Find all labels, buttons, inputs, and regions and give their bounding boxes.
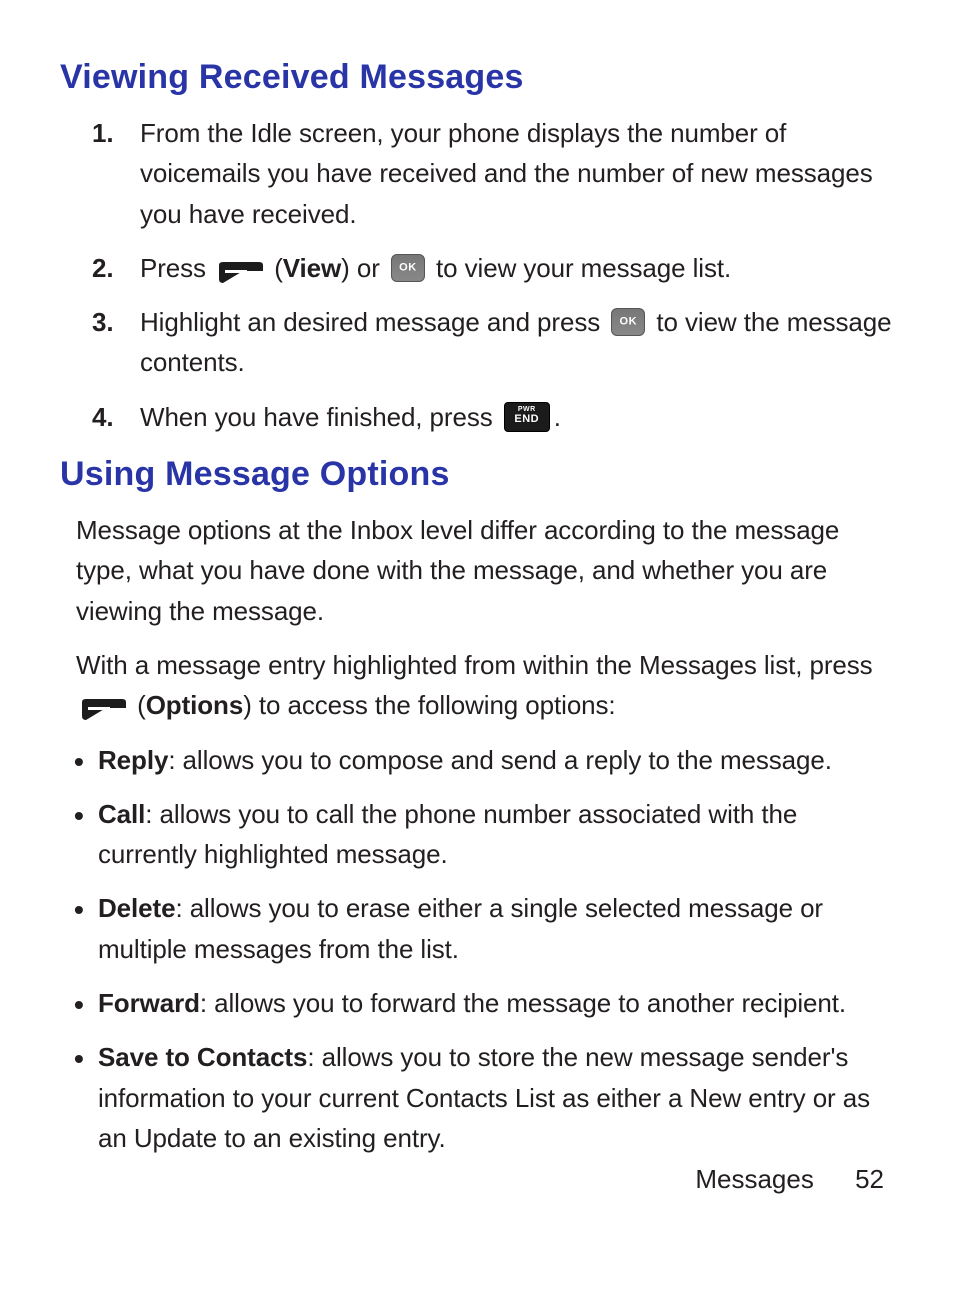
option-term: Call [98, 799, 145, 829]
option-term: Forward [98, 988, 200, 1018]
footer-page-number: 52 [855, 1164, 884, 1195]
ok-key-icon [611, 308, 645, 336]
page-footer: Messages 52 [695, 1164, 884, 1195]
step-1: From the Idle screen, your phone display… [140, 113, 894, 234]
steps-list: From the Idle screen, your phone display… [60, 113, 894, 437]
option-delete: Delete: allows you to erase either a sin… [98, 888, 894, 969]
option-save-to-contacts: Save to Contacts: allows you to store th… [98, 1037, 894, 1158]
footer-section-name: Messages [695, 1164, 814, 1194]
option-term: Save to Contacts [98, 1042, 307, 1072]
left-softkey-icon [217, 256, 263, 280]
step-text: . [554, 402, 561, 432]
ok-key-icon [391, 254, 425, 282]
lead-paragraph: With a message entry highlighted from wi… [60, 645, 894, 726]
options-list: Reply: allows you to compose and send a … [60, 740, 894, 1159]
option-reply: Reply: allows you to compose and send a … [98, 740, 894, 780]
softkey-label-options: Options [146, 690, 244, 720]
intro-paragraph: Message options at the Inbox level diffe… [60, 510, 894, 631]
option-desc: : allows you to compose and send a reply… [168, 745, 832, 775]
document-page: Viewing Received Messages From the Idle … [0, 0, 954, 1295]
option-call: Call: allows you to call the phone numbe… [98, 794, 894, 875]
step-4: When you have finished, press . [140, 397, 894, 437]
option-desc: : allows you to call the phone number as… [98, 799, 797, 869]
step-3: Highlight an desired message and press t… [140, 302, 894, 383]
left-softkey-icon [80, 693, 126, 717]
option-term: Reply [98, 745, 168, 775]
option-forward: Forward: allows you to forward the messa… [98, 983, 894, 1023]
step-text: When you have finished, press [140, 402, 500, 432]
heading-using-message-options: Using Message Options [60, 455, 894, 494]
step-text: Press [140, 253, 213, 283]
heading-viewing-received-messages: Viewing Received Messages [60, 58, 894, 97]
step-text: to view your message list. [436, 253, 731, 283]
lead-text: ) to access the following options: [243, 690, 615, 720]
lead-text: With a message entry highlighted from wi… [76, 650, 873, 680]
step-text: From the Idle screen, your phone display… [140, 118, 873, 229]
pwr-end-key-icon [504, 402, 550, 432]
step-text: Highlight an desired message and press [140, 307, 607, 337]
softkey-label-view: View [283, 253, 341, 283]
option-desc: : allows you to forward the message to a… [200, 988, 846, 1018]
option-term: Delete [98, 893, 175, 923]
option-desc: : allows you to erase either a single se… [98, 893, 823, 963]
step-text: ) or [341, 253, 387, 283]
step-2: Press (View) or to view your message lis… [140, 248, 894, 288]
